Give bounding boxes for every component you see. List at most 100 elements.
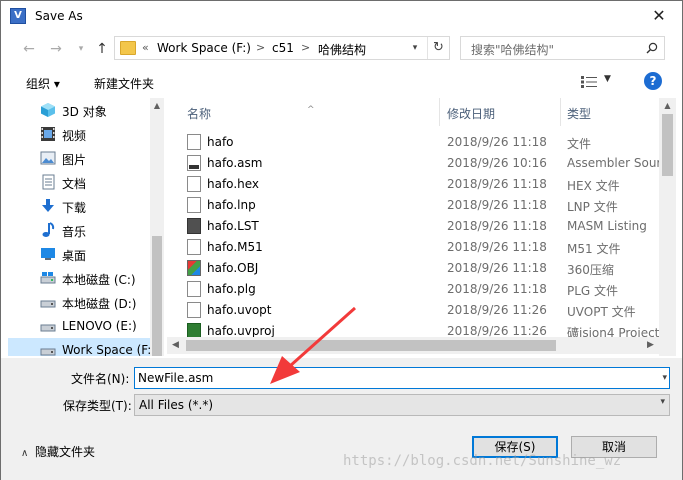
chevron-down-icon: ▾	[660, 397, 665, 407]
search-icon[interactable]	[646, 42, 658, 54]
breadcrumb-c51[interactable]: c51	[272, 41, 294, 55]
nav-item-music[interactable]: 音乐	[8, 218, 150, 242]
breadcrumb-drive[interactable]: Work Space (F:)	[157, 41, 251, 55]
music-icon	[42, 222, 55, 237]
nav-item-drive-f[interactable]: Work Space (F:	[8, 338, 151, 356]
save-button[interactable]: 保存(S)	[472, 436, 558, 458]
3d-objects-icon	[41, 103, 55, 117]
filename-input[interactable]	[138, 370, 648, 386]
save-type-select[interactable]: All Files (*.*) ▾	[134, 394, 670, 416]
file-name: hafo.hex	[207, 177, 260, 191]
save-type-value: All Files (*.*)	[139, 398, 214, 412]
breadcrumb-separator[interactable]: >	[256, 41, 265, 54]
file-list-horizontal-scrollbar[interactable]: ◀ ▶	[167, 337, 659, 354]
address-dropdown-button[interactable]: ▾	[406, 38, 424, 58]
search-input[interactable]: 搜索"哈佛结构"	[460, 36, 665, 60]
help-icon[interactable]: ?	[644, 72, 662, 90]
back-button[interactable]: ←	[19, 39, 39, 59]
file-row[interactable]: hafo.LST 2018/9/26 11:18 MASM Listing	[167, 216, 662, 237]
title-bar: V Save As ✕	[1, 1, 682, 31]
nav-scrollbar[interactable]: ▲	[150, 98, 164, 356]
breadcrumb-overflow[interactable]: «	[142, 41, 149, 54]
scroll-thumb[interactable]	[186, 340, 556, 351]
nav-item-videos[interactable]: 视频	[8, 122, 150, 146]
address-bar[interactable]: « Work Space (F:) > c51 > 哈佛结构 ▾ ↻	[114, 36, 450, 60]
chevron-down-icon[interactable]: ▾	[662, 369, 667, 387]
toolbar: 组织 ▾ 新建文件夹 ▼ ?	[1, 67, 682, 97]
filename-field[interactable]: ▾	[134, 367, 670, 389]
new-folder-button[interactable]: 新建文件夹	[94, 75, 154, 92]
drive-icon	[40, 272, 56, 284]
chevron-up-icon: ∧	[21, 448, 29, 459]
column-header-date[interactable]: 修改日期	[440, 98, 560, 126]
file-date: 2018/9/26 11:18	[447, 219, 547, 233]
search-placeholder: 搜索"哈佛结构"	[471, 43, 555, 57]
file-date: 2018/9/26 11:18	[447, 135, 547, 149]
scroll-thumb[interactable]	[152, 236, 162, 356]
file-row[interactable]: hafo.OBJ 2018/9/26 11:18 360压缩	[167, 258, 662, 279]
column-header-type[interactable]: 类型	[561, 98, 661, 126]
folder-icon	[120, 41, 136, 55]
close-button[interactable]: ✕	[636, 1, 682, 31]
up-button[interactable]: ↑	[92, 39, 112, 59]
file-name: hafo.lnp	[207, 198, 256, 212]
blank-file-icon	[187, 239, 201, 255]
file-type: UVOPT 文件	[567, 305, 636, 319]
scroll-right-arrow[interactable]: ▶	[642, 337, 659, 354]
scroll-left-arrow[interactable]: ◀	[167, 337, 184, 354]
file-type: M51 文件	[567, 242, 621, 256]
nav-item-drive-c[interactable]: 本地磁盘 (C:)	[8, 266, 150, 290]
file-row[interactable]: hafo.hex 2018/9/26 11:18 HEX 文件	[167, 174, 662, 195]
nav-label: 桌面	[62, 249, 87, 263]
nav-label: 本地磁盘 (D:)	[62, 297, 137, 311]
window-title: Save As	[35, 9, 83, 23]
nav-item-documents[interactable]: 文档	[8, 170, 150, 194]
scroll-thumb[interactable]	[662, 114, 673, 176]
column-label: 类型	[567, 107, 592, 121]
file-row[interactable]: hafo.asm 2018/9/26 10:16 Assembler Sour	[167, 153, 662, 174]
column-header-name[interactable]: 名称 ^	[167, 98, 439, 126]
arrow-right-icon: →	[50, 41, 62, 57]
nav-item-pictures[interactable]: 图片	[8, 146, 150, 170]
file-row[interactable]: hafo.plg 2018/9/26 11:18 PLG 文件	[167, 279, 662, 300]
nav-label: 本地磁盘 (C:)	[62, 273, 136, 287]
nav-item-desktop[interactable]: 桌面	[8, 242, 150, 266]
file-name: hafo.asm	[207, 156, 263, 170]
recent-locations-button[interactable]: ▾	[71, 39, 91, 59]
file-type: LNP 文件	[567, 200, 618, 214]
blank-file-icon	[187, 302, 201, 318]
scroll-up-arrow[interactable]: ▲	[659, 98, 676, 114]
cancel-button[interactable]: 取消	[571, 436, 657, 458]
file-row[interactable]: hafo.M51 2018/9/26 11:18 M51 文件	[167, 237, 662, 258]
nav-label: LENOVO (E:)	[62, 319, 137, 333]
file-row[interactable]: hafo 2018/9/26 11:18 文件	[167, 132, 662, 153]
chevron-down-icon: ▾	[412, 43, 418, 53]
view-options-icon[interactable]	[581, 76, 597, 88]
organize-menu[interactable]: 组织 ▾	[26, 75, 60, 92]
file-row[interactable]: hafo.lnp 2018/9/26 11:18 LNP 文件	[167, 195, 662, 216]
nav-item-downloads[interactable]: 下载	[8, 194, 150, 218]
pictures-icon	[40, 151, 56, 165]
refresh-icon: ↻	[433, 40, 444, 55]
listing-file-icon	[187, 218, 201, 234]
nav-item-drive-e[interactable]: LENOVO (E:)	[8, 314, 150, 338]
nav-label: 文档	[62, 177, 87, 191]
file-list-vertical-scrollbar[interactable]: ▲	[659, 98, 676, 356]
refresh-button[interactable]: ↻	[427, 37, 449, 59]
download-icon	[42, 199, 54, 212]
file-row[interactable]: hafo.uvopt 2018/9/26 11:26 UVOPT 文件	[167, 300, 662, 321]
scroll-up-arrow[interactable]: ▲	[150, 98, 164, 114]
nav-item-3d-objects[interactable]: 3D 对象	[8, 98, 150, 122]
breadcrumb-current[interactable]: 哈佛结构	[318, 41, 366, 58]
view-options-dropdown[interactable]: ▼	[604, 74, 611, 84]
file-name: hafo	[207, 135, 234, 149]
breadcrumb-separator[interactable]: >	[301, 41, 310, 54]
sort-ascending-icon: ^	[307, 105, 315, 115]
hide-folders-toggle[interactable]: ∧ 隐藏文件夹	[21, 443, 95, 460]
forward-button[interactable]: →	[46, 39, 66, 59]
nav-item-drive-d[interactable]: 本地磁盘 (D:)	[8, 290, 150, 314]
save-form: 文件名(N): ▾ 保存类型(T): All Files (*.*) ▾ ∧ 隐藏…	[1, 358, 682, 480]
blank-file-icon	[187, 197, 201, 213]
hide-folders-label: 隐藏文件夹	[35, 445, 96, 459]
file-date: 2018/9/26 11:18	[447, 240, 547, 254]
